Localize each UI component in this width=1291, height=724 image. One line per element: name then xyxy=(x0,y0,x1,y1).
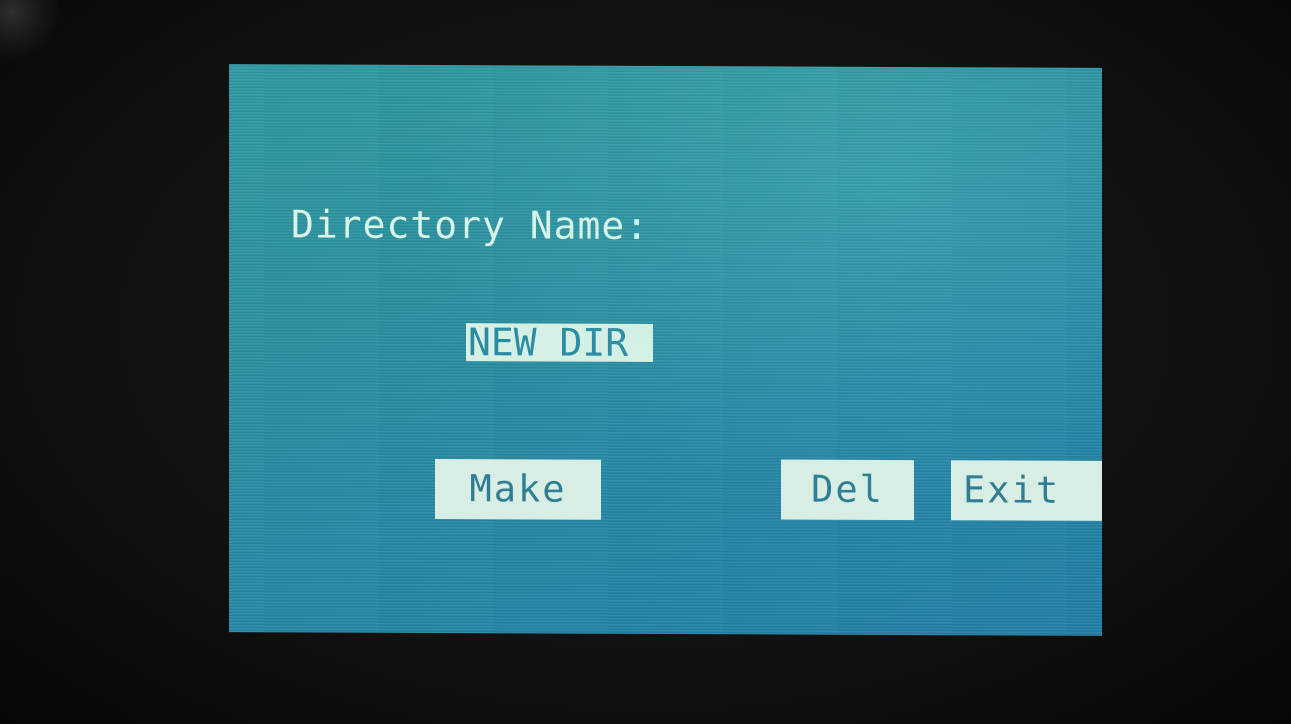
lcd-screen: Directory Name: NEW_DIR_ Make Del Exit xyxy=(229,64,1102,636)
delete-button[interactable]: Del xyxy=(781,459,914,521)
directory-name-field[interactable]: NEW_DIR_ xyxy=(466,320,654,365)
page-title: Directory Name: xyxy=(291,202,650,248)
make-button[interactable]: Make xyxy=(435,458,601,520)
device-bezel: Directory Name: NEW_DIR_ Make Del Exit xyxy=(0,0,1291,724)
bezel-knob xyxy=(0,0,60,60)
exit-button[interactable]: Exit xyxy=(951,460,1102,521)
